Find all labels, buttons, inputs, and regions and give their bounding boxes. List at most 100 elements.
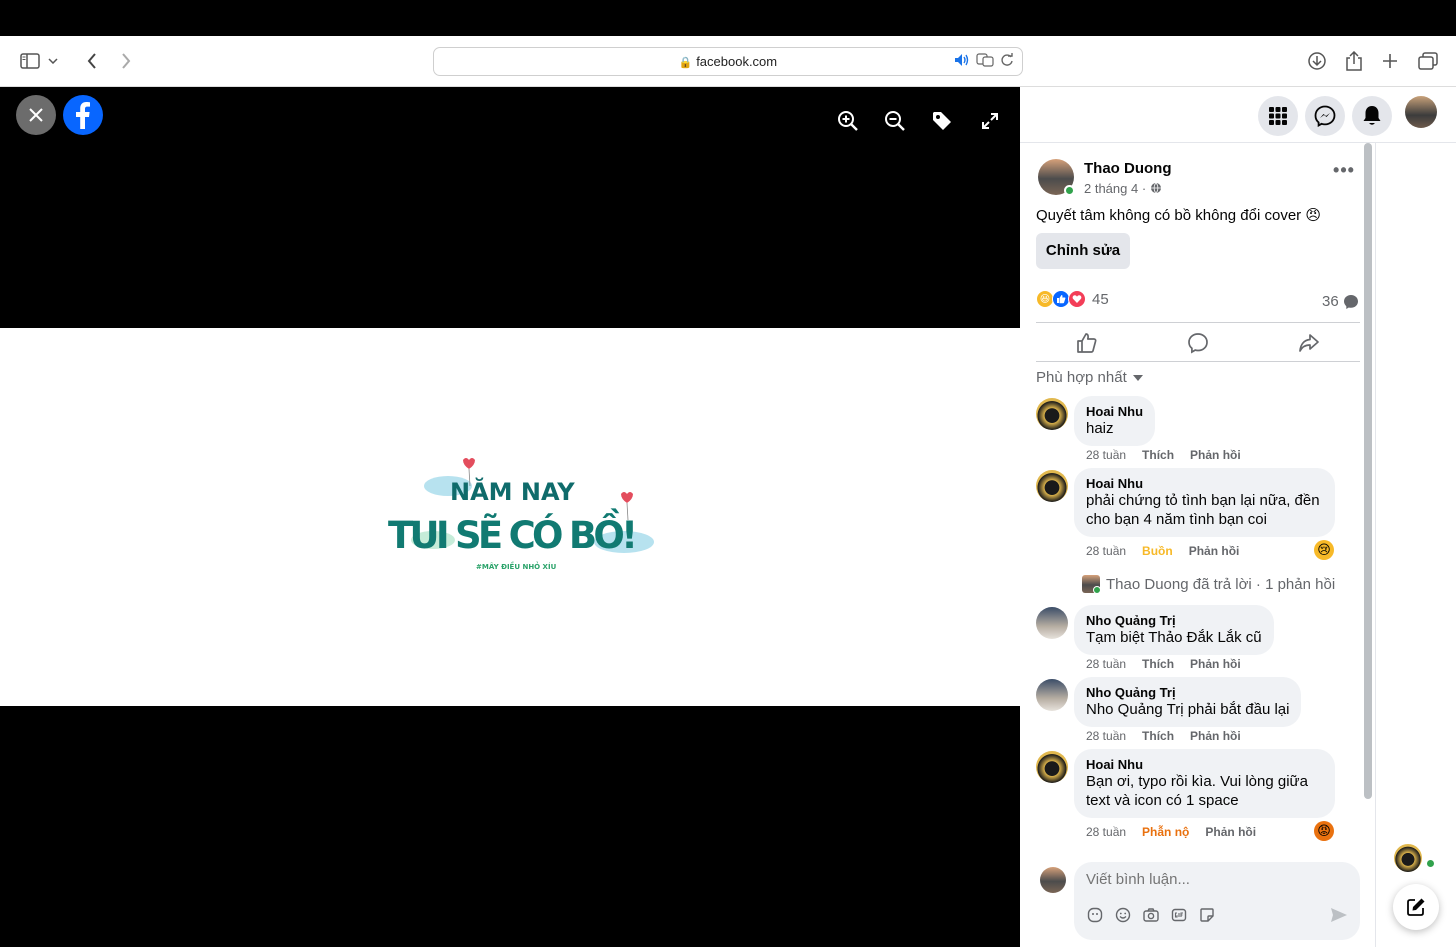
author-name[interactable]: Thao Duong xyxy=(1084,160,1171,177)
comment-count-number: 36 xyxy=(1322,293,1339,310)
menu-button[interactable] xyxy=(1258,96,1298,136)
comment-reply-button[interactable]: Phản hồi xyxy=(1205,825,1256,839)
angry-reaction-icon[interactable]: 😡 xyxy=(1314,821,1334,841)
reaction-summary[interactable]: 😆 45 xyxy=(1036,290,1109,308)
comment-meta: 28 tuần Buồn Phản hồi xyxy=(1086,544,1239,558)
photo-image: NĂM NAY TUI SẼ CÓ BỒ! #MÂY ĐIỀU NHỎ XÍU xyxy=(0,328,1020,706)
sidebar-toggle-icon[interactable] xyxy=(18,49,42,73)
edit-button[interactable]: Chỉnh sửa xyxy=(1036,233,1130,269)
commenter-avatar[interactable] xyxy=(1036,470,1068,502)
zoom-out-icon[interactable] xyxy=(882,108,908,134)
reload-icon[interactable] xyxy=(1000,53,1014,70)
commenter-name[interactable]: Hoai Nhu xyxy=(1086,404,1143,419)
profile-avatar[interactable] xyxy=(1405,96,1437,128)
post-actions xyxy=(1036,322,1360,362)
comment-like-button[interactable]: Thích xyxy=(1142,448,1174,462)
emoji-icon[interactable] xyxy=(1114,906,1132,924)
commenter-name[interactable]: Nho Quảng Trị xyxy=(1086,613,1262,628)
commenter-avatar[interactable] xyxy=(1036,751,1068,783)
post-time[interactable]: 2 tháng 4 · xyxy=(1084,181,1162,196)
commenter-name[interactable]: Hoai Nhu xyxy=(1086,757,1323,772)
facebook-f-icon xyxy=(76,102,90,129)
comment-reply-button[interactable]: Phản hồi xyxy=(1190,657,1241,671)
comment-reaction-button[interactable]: Buồn xyxy=(1142,544,1173,558)
browser-toolbar: 🔒 facebook.com xyxy=(0,36,1456,87)
comment-time[interactable]: 28 tuần xyxy=(1086,448,1126,462)
tag-icon[interactable] xyxy=(929,108,955,134)
comment-input[interactable] xyxy=(1086,871,1346,888)
sticker-icon[interactable] xyxy=(1198,906,1216,924)
new-message-button[interactable] xyxy=(1393,884,1439,930)
scrollbar[interactable] xyxy=(1364,143,1372,799)
notifications-button[interactable] xyxy=(1352,96,1392,136)
comment-text: haiz xyxy=(1086,420,1114,437)
comment-bubble: Hoai Nhu haiz xyxy=(1074,396,1156,446)
post-sidebar: Thao Duong 2 tháng 4 · ••• Quyết tâm khô… xyxy=(1020,87,1456,947)
commenter-avatar[interactable] xyxy=(1036,679,1068,711)
commenter-name[interactable]: Nho Quảng Trị xyxy=(1086,685,1289,700)
fullscreen-icon[interactable] xyxy=(977,108,1003,134)
gif-icon[interactable] xyxy=(1170,906,1188,924)
send-icon[interactable] xyxy=(1330,906,1348,924)
facebook-logo[interactable] xyxy=(63,95,103,135)
comment-reply-button[interactable]: Phản hồi xyxy=(1189,544,1240,558)
comment-time[interactable]: 28 tuần xyxy=(1086,729,1126,743)
chat-head-avatar[interactable] xyxy=(1392,842,1424,874)
comment-bubble: Hoai Nhu Bạn ơi, typo rồi kìa. Vui lòng … xyxy=(1074,749,1335,818)
comment-bubble-icon xyxy=(1343,294,1358,309)
close-button[interactable] xyxy=(16,95,56,135)
new-tab-icon[interactable] xyxy=(1378,49,1402,73)
zoom-in-icon[interactable] xyxy=(835,108,861,134)
top-black-bar xyxy=(0,0,1456,36)
address-bar[interactable]: 🔒 facebook.com xyxy=(433,47,1023,76)
comment-like-button[interactable]: Thích xyxy=(1142,729,1174,743)
sad-reaction-icon[interactable]: 😢 xyxy=(1314,540,1334,560)
replies-link[interactable]: Thao Duong đã trả lời · 1 phản hồi xyxy=(1082,575,1335,594)
globe-icon xyxy=(1150,182,1161,194)
post-scroll-area[interactable]: Thao Duong 2 tháng 4 · ••• Quyết tâm khô… xyxy=(1020,143,1456,947)
back-icon[interactable] xyxy=(80,49,104,73)
commenter-name[interactable]: Hoai Nhu xyxy=(1086,476,1323,491)
comment-sort-dropdown[interactable]: Phù hợp nhất xyxy=(1036,369,1143,386)
commenter-avatar[interactable] xyxy=(1036,607,1068,639)
comment-meta: 28 tuần Phẫn nộ Phản hồi xyxy=(1086,825,1256,839)
comment-count[interactable]: 36 xyxy=(1322,293,1359,310)
reaction-count: 45 xyxy=(1092,290,1109,308)
comment-time[interactable]: 28 tuần xyxy=(1086,544,1126,558)
messenger-icon xyxy=(1314,105,1336,127)
comment-reply-button[interactable]: Phản hồi xyxy=(1190,448,1241,462)
messenger-button[interactable] xyxy=(1305,96,1345,136)
url-actions xyxy=(954,53,1014,70)
comment-like-button[interactable]: Thích xyxy=(1142,657,1174,671)
online-status-dot xyxy=(1425,858,1436,869)
comment-reply-button[interactable]: Phản hồi xyxy=(1190,729,1241,743)
more-options-icon[interactable]: ••• xyxy=(1332,161,1356,181)
comment-bubble: Nho Quảng Trị Tạm biệt Thảo Đắk Lắk cũ xyxy=(1074,605,1274,655)
comment-reaction-button[interactable]: Phẫn nộ xyxy=(1142,825,1189,839)
comment-meta: 28 tuần Thích Phản hồi xyxy=(1086,729,1241,743)
cover-art: NĂM NAY TUI SẼ CÓ BỒ! #MÂY ĐIỀU NHỎ XÍU xyxy=(388,458,654,571)
composer-avatar[interactable] xyxy=(1040,867,1066,893)
download-icon[interactable] xyxy=(1305,49,1329,73)
commenter-avatar[interactable] xyxy=(1036,398,1068,430)
comment-meta: 28 tuần Thích Phản hồi xyxy=(1086,448,1241,462)
camera-icon[interactable] xyxy=(1142,906,1160,924)
sort-label: Phù hợp nhất xyxy=(1036,369,1127,386)
translate-icon[interactable] xyxy=(976,53,994,70)
comment-time[interactable]: 28 tuần xyxy=(1086,657,1126,671)
like-button[interactable] xyxy=(1076,332,1098,354)
comment-time[interactable]: 28 tuần xyxy=(1086,825,1126,839)
speaker-icon[interactable] xyxy=(954,53,970,70)
chevron-down-icon[interactable] xyxy=(46,49,60,73)
compose-icon xyxy=(1407,898,1425,916)
avatar-sticker-icon[interactable] xyxy=(1086,906,1104,924)
comment-button[interactable] xyxy=(1187,332,1209,354)
cover-tag: #MÂY ĐIỀU NHỎ XÍU xyxy=(476,561,557,571)
tab-overview-icon[interactable] xyxy=(1416,49,1440,73)
forward-icon[interactable] xyxy=(114,49,138,73)
url-text: facebook.com xyxy=(696,54,778,69)
comment-composer xyxy=(1074,862,1360,940)
share-button[interactable] xyxy=(1298,332,1320,354)
share-icon[interactable] xyxy=(1342,49,1366,73)
thumbs-up-icon xyxy=(1077,333,1097,353)
